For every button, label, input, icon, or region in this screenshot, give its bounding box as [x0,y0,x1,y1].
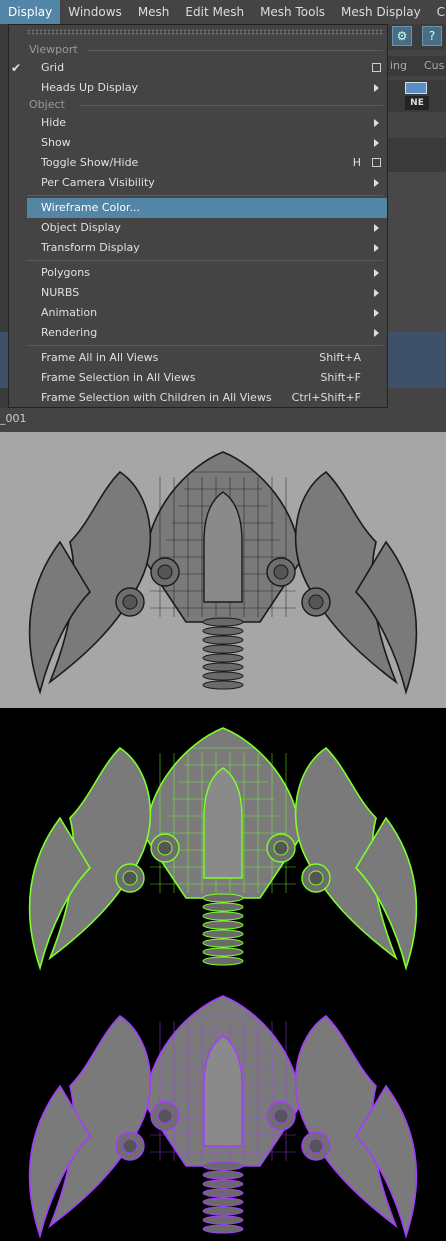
menu-item-animation[interactable]: Animation [9,303,387,323]
view-cube-label: NE [405,96,429,110]
menu-item-label: Heads Up Display [41,81,139,94]
menu-item-frame-all[interactable]: Frame All in All Views Shift+A [9,348,387,368]
menu-item-label: Hide [41,116,67,129]
submenu-arrow-icon [374,139,379,147]
help-icon[interactable]: ? [422,26,442,46]
submenu-arrow-icon [374,329,379,337]
section-viewport: Viewport [29,43,78,56]
submenu-arrow-icon [374,224,379,232]
panel-band [388,138,446,172]
view-cube-icon[interactable] [405,82,427,94]
submenu-arrow-icon [374,179,379,187]
menu-item-show[interactable]: Show [9,133,387,153]
menu-item-heads-up-display[interactable]: Heads Up Display [9,78,387,98]
object-name: _001 [0,412,27,425]
menu-item-transform-display[interactable]: Transform Display [9,238,387,258]
menu-item-label: Show [41,136,71,149]
shortcut: Shift+F [320,371,361,384]
section-divider [87,50,383,51]
menu-item-per-camera-visibility[interactable]: Per Camera Visibility [9,173,387,193]
menu-item-label: Frame Selection in All Views [41,371,196,384]
submenu-arrow-icon [374,119,379,127]
render-panel-purple-wireframe [0,976,446,1241]
check-icon: ✔ [11,61,22,75]
wireframe-model-image [28,727,418,971]
menu-edit-mesh[interactable]: Edit Mesh [177,0,252,24]
menu-item-frame-selection-children[interactable]: Frame Selection with Children in All Vie… [9,388,387,408]
shelf-tab[interactable]: Cus [424,59,444,72]
render-panel-grey-wireframe [0,432,446,708]
menu-item-label: Polygons [41,266,90,279]
menu-mesh-tools[interactable]: Mesh Tools [252,0,333,24]
panel-band [388,172,446,332]
shortcut: Ctrl+Shift+F [291,391,361,404]
channel-band [388,332,446,388]
render-panel-green-wireframe [0,708,446,976]
menu-item-nurbs[interactable]: NURBS [9,283,387,303]
hotkey: H [352,156,361,169]
menu-item-object-display[interactable]: Object Display [9,218,387,238]
wireframe-model-image [28,995,418,1239]
section-object: Object [29,98,65,111]
menu-curves[interactable]: Curves [429,0,446,24]
menu-item-label: Animation [41,306,98,319]
menu-item-grid[interactable]: ✔ Grid [9,58,387,78]
shortcut: Shift+A [319,351,361,364]
menu-item-hide[interactable]: Hide [9,113,387,133]
wireframe-model-image [28,451,418,695]
left-strip-blue [0,332,8,388]
menu-item-label: Frame Selection with Children in All Vie… [41,391,272,404]
shelf-tabs: ing Cus [388,56,446,76]
menu-item-label: Wireframe Color... [41,201,141,214]
menu-item-label: NURBS [41,286,80,299]
menu-divider [27,260,383,261]
submenu-arrow-icon [374,289,379,297]
menu-item-label: Rendering [41,326,98,339]
menu-divider [27,195,383,196]
display-menu: Viewport ✔ Grid Heads Up Display Object … [8,24,388,408]
menu-mesh-display[interactable]: Mesh Display [333,0,429,24]
shelf-tab[interactable]: ing [390,59,407,72]
menu-item-polygons[interactable]: Polygons [9,263,387,283]
menu-item-label: Transform Display [41,241,140,254]
submenu-arrow-icon [374,269,379,277]
option-box-icon[interactable] [372,158,381,167]
menu-item-label: Toggle Show/Hide [41,156,139,169]
menu-item-label: Object Display [41,221,121,234]
menu-item-toggle-show-hide[interactable]: Toggle Show/Hide H [9,153,387,173]
submenu-arrow-icon [374,309,379,317]
menu-item-wireframe-color[interactable]: Wireframe Color... [27,198,387,218]
snap-icon[interactable]: ⚙ [392,26,412,46]
menu-mesh[interactable]: Mesh [130,0,178,24]
menu-item-label: Grid [41,61,65,74]
section-divider [79,105,383,106]
bottom-strip [0,408,446,432]
menu-item-frame-selection[interactable]: Frame Selection in All Views Shift+F [9,368,387,388]
menu-item-label: Frame All in All Views [41,351,159,364]
menu-item-label: Per Camera Visibility [41,176,155,189]
tear-off-handle[interactable] [27,29,383,35]
submenu-arrow-icon [374,244,379,252]
shelf: ⚙ ? [388,24,446,50]
menu-bar: Display Windows Mesh Edit Mesh Mesh Tool… [0,0,446,24]
option-box-icon[interactable] [372,63,381,72]
submenu-arrow-icon [374,84,379,92]
menu-windows[interactable]: Windows [60,0,130,24]
menu-display[interactable]: Display [0,0,61,24]
menu-divider [27,345,383,346]
menu-item-rendering[interactable]: Rendering [9,323,387,343]
